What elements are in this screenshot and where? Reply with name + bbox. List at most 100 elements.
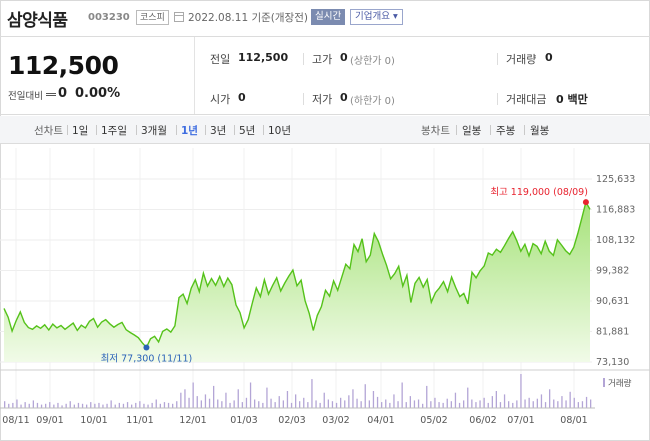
- volume-bar: [389, 402, 391, 408]
- volume-bar: [188, 397, 190, 408]
- volume-bar: [167, 402, 170, 408]
- volume-bar: [417, 399, 420, 408]
- company-overview-dropdown[interactable]: 기업개요 ▾: [350, 9, 403, 25]
- low-label: 저가: [312, 93, 333, 106]
- max-price-label: 최고 119,000 (08/09): [490, 187, 588, 198]
- volume-bar: [479, 400, 481, 409]
- x-tick-label: 01/03: [230, 415, 257, 426]
- candle-daily[interactable]: 일봉: [462, 123, 481, 138]
- volume-bar: [16, 399, 18, 408]
- volume-bar: [110, 400, 112, 409]
- volume-bar: [352, 389, 354, 408]
- separator: [67, 125, 68, 135]
- volume-bar: [549, 389, 551, 408]
- change-percent: 0.00%: [75, 86, 121, 101]
- volume-bar: [512, 402, 514, 408]
- reference-date: 2022.08.11 기준(개장전): [188, 12, 308, 24]
- separator: [303, 53, 304, 65]
- volume-bar: [262, 402, 264, 408]
- volume-bar: [53, 404, 55, 408]
- summary-divider: [194, 37, 195, 114]
- volume-bar: [454, 392, 457, 408]
- volume-bar: [258, 401, 260, 408]
- volume-bar: [266, 387, 268, 408]
- volume-bar: [122, 403, 125, 409]
- period-1w[interactable]: 1주일: [101, 123, 127, 138]
- volume-bar: [159, 403, 161, 409]
- volume-bar: [495, 391, 497, 408]
- volume-bar: [569, 391, 571, 408]
- volume-bar: [106, 403, 108, 409]
- candle-weekly[interactable]: 주봉: [496, 123, 515, 138]
- volume-bar: [254, 399, 256, 408]
- period-3m[interactable]: 3개월: [141, 123, 167, 138]
- volume-bar: [295, 394, 297, 408]
- volume-bar: [213, 385, 215, 408]
- volume-bar: [303, 397, 305, 408]
- min-price-label: 최저 77,300 (11/11): [101, 353, 193, 364]
- volume-bar: [143, 403, 145, 409]
- volume-bar: [561, 396, 563, 408]
- volume-bar: [344, 400, 346, 409]
- volume-bar: [463, 400, 465, 409]
- volume-bar: [114, 404, 116, 408]
- separator: [490, 125, 491, 135]
- volume-bar: [155, 399, 157, 408]
- volume-bar: [49, 402, 51, 408]
- volume-bar: [176, 401, 178, 408]
- y-tick-label: 81,881: [596, 327, 629, 338]
- current-price: 112,500: [8, 51, 119, 80]
- volume-bar: [131, 404, 133, 408]
- change-label: 전일대비: [8, 91, 43, 102]
- volume-bar: [348, 395, 350, 409]
- period-selector: 선차트 1일 1주일 3개월 1년 3년 5년 10년 봉차트 일봉 주봉 월봉: [0, 116, 650, 144]
- volume-bar: [237, 389, 239, 408]
- price-chart[interactable]: 125,633 116,883 108,132 99,382 90,631 81,881 7…: [0, 144, 650, 441]
- volume-bar: [4, 401, 6, 408]
- volume-bar: [458, 402, 461, 408]
- volume-bar: [90, 402, 92, 408]
- volume-bar: [364, 384, 366, 408]
- separator: [96, 125, 97, 135]
- volume-bar: [483, 397, 485, 408]
- realtime-button[interactable]: 실시간: [311, 9, 346, 25]
- y-axis: 125,633 116,883 108,132 99,382 90,631 81,881 7…: [596, 174, 635, 368]
- volume-bar: [323, 392, 325, 408]
- volume-bar: [430, 401, 432, 408]
- volume-bar: [208, 398, 211, 409]
- volume-bar: [520, 374, 522, 408]
- volume-bar: [192, 382, 194, 408]
- period-10y[interactable]: 10년: [268, 123, 291, 138]
- volume-bar: [36, 402, 39, 408]
- volume-bar: [401, 382, 403, 408]
- period-5y[interactable]: 5년: [239, 123, 255, 138]
- volume-bar: [32, 400, 34, 409]
- volume-bar: [405, 402, 407, 408]
- volume-bar: [565, 400, 567, 409]
- volume-bar: [471, 399, 473, 408]
- volume-bar: [372, 391, 375, 408]
- volume-bar: [126, 402, 129, 408]
- period-1d[interactable]: 1일: [72, 123, 88, 138]
- candle-chart-label: 봉차트: [421, 125, 450, 137]
- market-badge: 코스피: [136, 10, 169, 25]
- high-value: 0: [340, 51, 348, 64]
- price-area: [4, 202, 590, 362]
- period-3y[interactable]: 3년: [210, 123, 226, 138]
- volume-bars: [4, 374, 592, 409]
- volume-bar: [163, 402, 166, 408]
- candle-monthly[interactable]: 월봉: [530, 123, 549, 138]
- volume-bar: [278, 396, 280, 408]
- x-tick-label: 08/11: [2, 415, 29, 426]
- x-axis: 08/11 09/01 10/01 11/01 12/01 01/03 02/03 03/02…: [2, 415, 587, 426]
- volume-bar: [327, 399, 329, 408]
- period-1y[interactable]: 1년: [181, 123, 198, 138]
- volume-bar: [147, 404, 149, 408]
- y-tick-label: 108,132: [596, 235, 635, 246]
- volume-bar: [200, 400, 202, 409]
- line-chart-label: 선차트: [34, 125, 63, 137]
- calendar-icon: [174, 12, 184, 22]
- x-tick-label: 12/01: [179, 415, 206, 426]
- volume-bar: [426, 385, 428, 408]
- volume-bar: [532, 401, 534, 408]
